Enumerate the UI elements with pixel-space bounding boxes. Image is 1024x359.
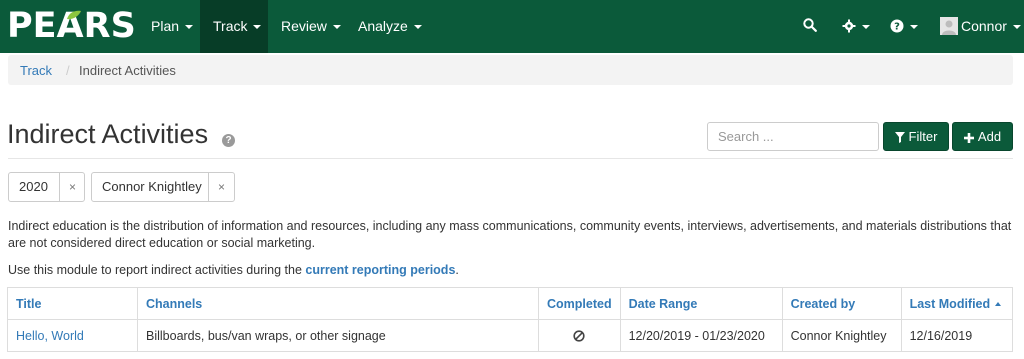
table-header-row: Title Channels Completed Date Range Crea… — [7, 287, 1014, 320]
nav-track[interactable]: Track — [200, 0, 268, 53]
filter-icon — [894, 132, 905, 143]
gear-icon — [842, 19, 856, 33]
nav-plan[interactable]: Plan — [151, 0, 194, 53]
user-name: Connor — [961, 18, 1007, 34]
column-header-last-modified[interactable]: Last Modified — [900, 287, 1014, 320]
sort-ascending-icon — [995, 301, 1002, 306]
column-header-date-range[interactable]: Date Range — [619, 287, 783, 320]
close-icon[interactable]: × — [208, 173, 234, 201]
question-circle-icon: ? — [890, 19, 904, 33]
user-menu[interactable]: Connor — [940, 0, 1021, 53]
breadcrumb-track-link[interactable]: Track — [20, 63, 52, 78]
breadcrumb-current: Indirect Activities — [79, 63, 176, 78]
column-header-completed[interactable]: Completed — [538, 287, 621, 320]
caret-down-icon — [413, 25, 422, 30]
activity-created-by: Connor Knightley — [781, 319, 902, 352]
column-header-created-by[interactable]: Created by — [781, 287, 902, 320]
activity-channels: Billboards, bus/van wraps, or other sign… — [137, 319, 539, 352]
plus-icon — [963, 133, 974, 143]
title-divider — [8, 158, 1013, 159]
table-row[interactable]: Hello, World Billboards, bus/van wraps, … — [7, 319, 1014, 352]
description-line-2: are not considered direct education or s… — [8, 236, 316, 250]
filter-chip-year: 2020 × — [8, 172, 85, 202]
description-line-3: Use this module to report indirect activ… — [8, 263, 459, 277]
caret-down-icon — [862, 25, 870, 30]
column-header-channels[interactable]: Channels — [137, 287, 539, 320]
nav-review[interactable]: Review — [281, 0, 341, 53]
activity-date-range: 12/20/2019 - 01/23/2020 — [619, 319, 783, 352]
help-icon[interactable]: ? — [222, 134, 235, 147]
search-icon[interactable] — [803, 18, 817, 32]
filter-chip-user: Connor Knightley × — [91, 172, 235, 202]
caret-down-icon — [910, 25, 918, 30]
pears-logo[interactable]: PEARS — [7, 6, 136, 46]
avatar-icon — [940, 17, 958, 35]
nav-analyze[interactable]: Analyze — [358, 0, 422, 53]
search-input[interactable] — [707, 122, 879, 151]
settings-menu[interactable] — [842, 0, 870, 53]
filter-button[interactable]: Filter — [883, 122, 949, 151]
top-navbar: PEARS Plan Track Review Analyze ? Connor — [0, 0, 1024, 53]
page-title: Indirect Activities — [7, 119, 209, 149]
help-menu[interactable]: ? — [890, 0, 918, 53]
activities-table: Title Channels Completed Date Range Crea… — [7, 287, 1014, 352]
leaf-icon — [67, 10, 81, 20]
current-reporting-periods-link[interactable]: current reporting periods — [305, 263, 455, 277]
add-button[interactable]: Add — [952, 122, 1013, 151]
column-header-title[interactable]: Title — [7, 287, 138, 320]
caret-down-icon — [253, 25, 262, 30]
caret-down-icon — [332, 25, 341, 30]
activity-title-link[interactable]: Hello, World — [7, 319, 138, 352]
activity-last-modified: 12/16/2019 — [900, 319, 1014, 352]
breadcrumb-separator: / — [66, 63, 70, 78]
caret-down-icon — [185, 25, 194, 30]
caret-down-icon — [1012, 25, 1021, 30]
breadcrumb: Track / Indirect Activities — [8, 55, 1013, 85]
svg-text:?: ? — [894, 22, 900, 33]
not-completed-icon — [573, 329, 585, 342]
filter-chip-label: 2020 — [19, 179, 48, 194]
filter-chip-label: Connor Knightley — [102, 179, 202, 194]
activity-completed — [538, 319, 621, 352]
close-icon[interactable]: × — [59, 173, 85, 201]
